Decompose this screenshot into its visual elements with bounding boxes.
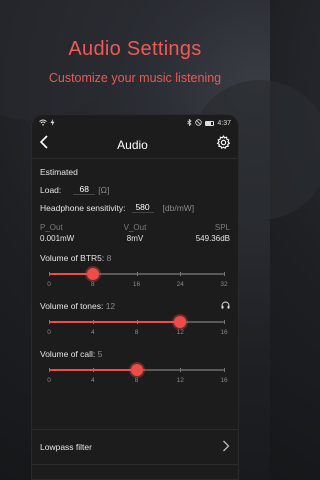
load-row: Load: 68 [Ω]	[40, 184, 230, 195]
volume-slider-value: 5	[97, 349, 103, 359]
chevron-right-icon	[222, 440, 230, 454]
slider-tick-label: 0	[47, 329, 51, 336]
slider-tick-label: 12	[176, 377, 184, 384]
status-time: 4:37	[217, 119, 231, 127]
estimated-section: Estimated Load: 68 [Ω] Headphone sensiti…	[32, 159, 238, 387]
slider-tick-label: 32	[220, 281, 228, 288]
estimated-heading: Estimated	[40, 167, 78, 177]
sensitivity-label: Headphone sensitivity:	[40, 202, 126, 213]
slider-tick-label: 24	[176, 281, 184, 288]
slider-fill	[49, 369, 137, 371]
volume-slider-title: Volume of call:	[40, 349, 98, 359]
bluetooth-icon	[187, 118, 192, 128]
volume-sliders: Volume of BTR5: 8 0 8 16 24 32 Volume of tones…	[40, 253, 230, 387]
slider-tick	[224, 320, 225, 324]
slider-tick	[136, 272, 138, 276]
slider-tick-label: 4	[90, 377, 95, 384]
promo-title: Audio Settings	[68, 38, 202, 60]
slider-tick	[224, 368, 225, 372]
load-unit: [Ω]	[98, 184, 110, 195]
slider-tick-labels: 0 4 8 12 16	[47, 329, 228, 339]
v-out-stat: V_Out 8mV	[124, 223, 147, 243]
volume-slider-label: Volume of BTR5: 8	[40, 253, 111, 263]
slider-tick-label: 12	[176, 329, 184, 336]
navigation-bar: Audio	[32, 131, 238, 159]
battery-icon	[205, 120, 215, 126]
volume-slider-block: Volume of tones: 12 0 4 8 12 16	[40, 301, 230, 339]
volume-slider-label-row: Volume of call: 5	[40, 349, 230, 359]
slider-tick-label: 8	[90, 281, 95, 288]
gear-icon[interactable]	[216, 134, 231, 155]
sensitivity-row: Headphone sensitivity: 580 [db/mW]	[40, 202, 230, 213]
back-chevron-icon[interactable]	[39, 135, 49, 154]
headphones-icon[interactable]	[221, 301, 230, 311]
slider-tick-label: 16	[220, 377, 228, 384]
spl-stat: SPL 549.36dB	[196, 223, 230, 243]
sensitivity-unit: [db/mW]	[162, 202, 195, 213]
slider-tick-label: 8	[134, 329, 139, 336]
lowpass-filter-row[interactable]: Lowpass filter	[32, 429, 238, 465]
p-out-value: 0.001mW	[40, 234, 75, 243]
lowpass-filter-label: Lowpass filter	[40, 442, 92, 452]
output-stats: P_Out 0.001mW V_Out 8mV SPL 549.36dB	[40, 223, 230, 243]
slider-thumb[interactable]	[174, 316, 187, 328]
slider-tick-label: 8	[134, 377, 139, 384]
volume-slider-label-row: Volume of BTR5: 8	[40, 253, 230, 263]
slider-tick-label: 4	[90, 329, 95, 336]
spl-value: 549.36dB	[195, 234, 230, 243]
load-input[interactable]: 68	[73, 184, 96, 195]
slider-tick	[224, 272, 225, 276]
page-title: Audio	[117, 137, 148, 152]
slider-tick-label: 0	[47, 377, 51, 384]
slider-tick-label: 16	[132, 281, 141, 288]
status-bar: 4:37	[32, 115, 238, 131]
volume-slider-value: 8	[106, 253, 112, 263]
volume-slider-title: Volume of BTR5:	[40, 253, 107, 263]
volume-slider[interactable]	[49, 315, 225, 329]
volume-slider[interactable]	[49, 267, 225, 281]
silent-icon	[195, 118, 203, 128]
v-out-value: 8mV	[126, 234, 144, 243]
spl-label: SPL	[214, 223, 230, 232]
volume-slider-value: 12	[105, 301, 116, 311]
slider-fill	[49, 321, 181, 323]
slider-tick-labels: 0 8 16 24 32	[47, 281, 228, 291]
slider-tick-labels: 0 4 8 12 16	[47, 377, 228, 387]
slider-thumb[interactable]	[86, 268, 99, 280]
slider-tick	[180, 368, 182, 372]
charging-icon	[50, 118, 55, 128]
slider-thumb[interactable]	[130, 364, 143, 376]
load-label: Load:	[40, 184, 62, 195]
sensitivity-input[interactable]: 580	[131, 202, 154, 213]
volume-slider-block: Volume of BTR5: 8 0 8 16 24 32	[40, 253, 230, 291]
slider-tick-label: 16	[220, 329, 228, 336]
volume-slider[interactable]	[49, 363, 225, 377]
p-out-stat: P_Out 0.001mW	[40, 223, 74, 243]
phone-screen: 4:37 Audio Estimated Load: 68 [Ω] Headph…	[31, 114, 239, 480]
p-out-label: P_Out	[40, 223, 63, 232]
promo-subtitle: Customize your music listening	[48, 71, 222, 85]
slider-tick	[180, 272, 182, 276]
slider-tick-label: 0	[47, 281, 51, 288]
wifi-icon	[39, 119, 47, 128]
volume-slider-block: Volume of call: 5 0 4 8 12 16	[40, 349, 230, 387]
volume-slider-title: Volume of tones:	[40, 301, 106, 311]
volume-slider-label: Volume of call: 5	[40, 349, 102, 359]
v-out-label: V_Out	[123, 223, 147, 232]
volume-slider-label: Volume of tones: 12	[40, 301, 115, 311]
volume-slider-label-row: Volume of tones: 12	[40, 301, 230, 311]
